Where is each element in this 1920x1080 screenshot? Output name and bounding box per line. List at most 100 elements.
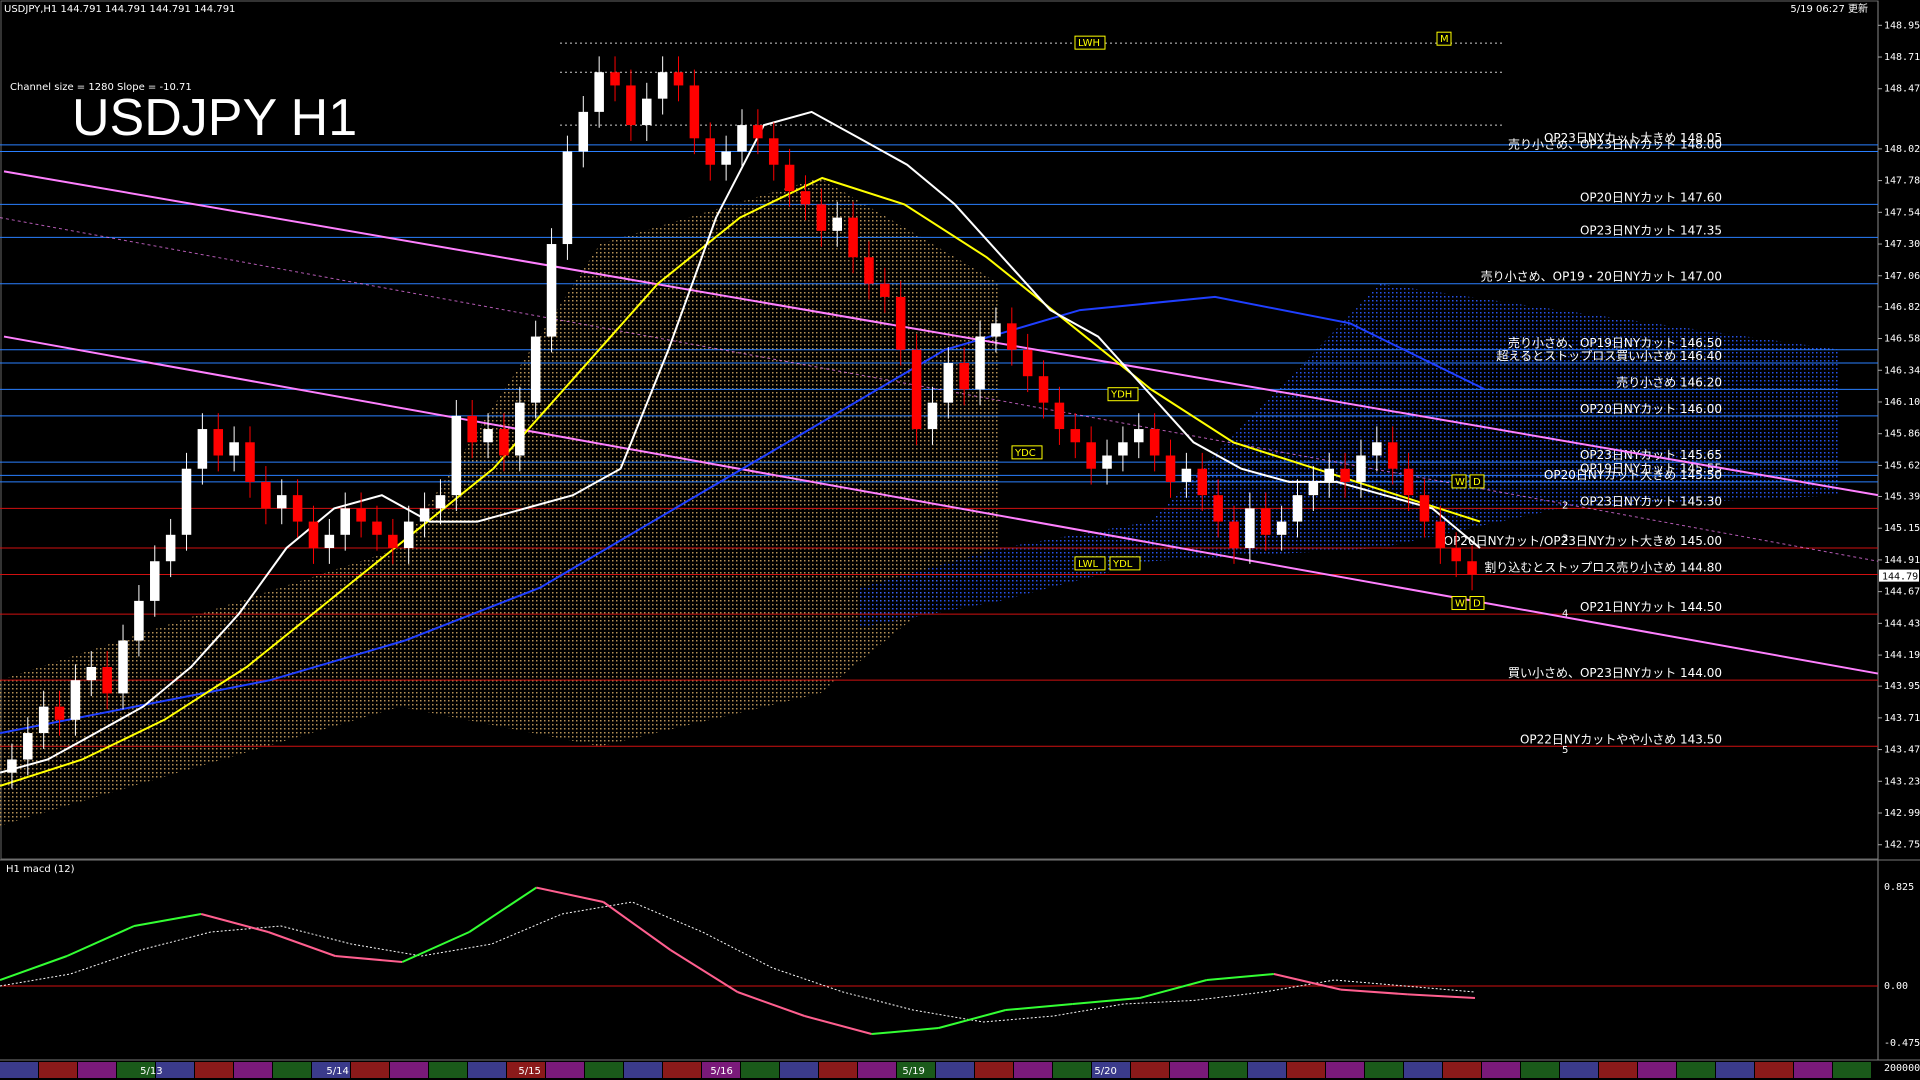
- marker-ydh-1: YDH: [1110, 390, 1132, 401]
- marker-d-6: D: [1473, 477, 1481, 488]
- candle: [610, 56, 620, 102]
- order-label-16: 買い小さめ、OP23日NYカット 144.00: [1508, 666, 1722, 680]
- candle: [292, 479, 303, 538]
- candle: [1134, 413, 1144, 459]
- time-segment: [546, 1062, 584, 1078]
- candle: [737, 109, 747, 168]
- candle: [594, 56, 604, 128]
- candle: [1086, 426, 1096, 485]
- candle: [546, 228, 557, 353]
- time-segment: [1716, 1062, 1754, 1078]
- candle: [308, 505, 319, 564]
- candle: [753, 109, 763, 155]
- macd-segment: [1005, 1003, 1073, 1011]
- order-label-13: OP20日NYカット/OP23日NYカット大きめ 145.00: [1444, 534, 1722, 548]
- macd-segment: [468, 886, 537, 933]
- date-label-5-15: 5/15: [518, 1066, 540, 1077]
- time-segment: [273, 1062, 311, 1078]
- order-label-14: 割り込むとストップロス売り小さめ 144.80: [1484, 559, 1722, 574]
- time-segment: [1170, 1062, 1208, 1078]
- y-tick-label-13: 145.625: [1884, 460, 1920, 471]
- candle: [562, 135, 573, 260]
- order-label-15: OP21日NYカット 144.50: [1580, 600, 1722, 614]
- y-tick-label-12: 145.865: [1884, 429, 1920, 440]
- y-tick-label-5: 147.540: [1884, 207, 1920, 218]
- time-segment: [78, 1062, 116, 1078]
- order-label-8: OP20日NYカット 146.00: [1580, 402, 1722, 416]
- time-segment: [429, 1062, 467, 1078]
- time-segment: [585, 1062, 623, 1078]
- candle: [705, 122, 716, 181]
- time-segment: [1638, 1062, 1676, 1078]
- candle: [213, 413, 224, 472]
- candle: [626, 69, 636, 141]
- candle: [1149, 413, 1160, 472]
- marker-lwh-0: LWH: [1078, 38, 1100, 49]
- order-label-5: 売り小さめ、OP19日NYカット 146.50: [1508, 335, 1722, 350]
- order-label-6: 超えるとストップロス買い小さめ 146.40: [1497, 348, 1722, 363]
- time-segment: [1482, 1062, 1520, 1078]
- candle: [578, 96, 589, 168]
- y-tick-label-10: 146.345: [1884, 365, 1920, 376]
- candle: [340, 492, 350, 551]
- y-tick-label-18: 144.430: [1884, 618, 1920, 629]
- candle: [181, 452, 192, 551]
- time-segment: [1326, 1062, 1364, 1078]
- time-segment: [819, 1062, 857, 1078]
- y-tick-label-24: 142.995: [1884, 808, 1920, 819]
- candle: [673, 56, 684, 102]
- time-segment: [1677, 1062, 1715, 1078]
- macd-segment: [267, 931, 336, 957]
- order-label-1: 売り小さめ、OP23日NYカット 148.00: [1508, 137, 1722, 152]
- y-tick-label-3: 148.020: [1884, 144, 1920, 155]
- y-tick-label-17: 144.670: [1884, 587, 1920, 598]
- marker-w-5: W: [1455, 477, 1465, 488]
- candle: [165, 518, 176, 578]
- macd-tick-0: 0.825: [1884, 882, 1914, 893]
- wave-label-5: 5: [1562, 745, 1568, 756]
- last-price-label: 144.791: [1882, 572, 1920, 583]
- date-label-5-14: 5/14: [326, 1066, 348, 1077]
- y-tick-label-11: 146.105: [1884, 397, 1920, 408]
- marker-m-9: M: [1440, 34, 1449, 45]
- candle: [1022, 333, 1033, 393]
- candle: [657, 56, 668, 115]
- candle: [1165, 439, 1176, 498]
- candle: [1102, 439, 1112, 485]
- time-segment: [195, 1062, 233, 1078]
- candle: [1118, 426, 1128, 472]
- time-segment: [1014, 1062, 1052, 1078]
- macd-tick-2: -0.475: [1884, 1038, 1920, 1049]
- macd-tick-1: 0.00: [1884, 981, 1908, 992]
- macd-segment: [804, 1015, 872, 1035]
- macd-segment: [335, 955, 403, 963]
- time-segment: [1599, 1062, 1637, 1078]
- candle: [689, 69, 700, 155]
- macd-segment: [1340, 988, 1409, 996]
- macd-segment: [1072, 997, 1140, 1005]
- y-tick-label-23: 143.235: [1884, 776, 1920, 787]
- macd-tick-3: 200000: [1884, 1063, 1920, 1074]
- candle: [451, 399, 462, 512]
- y-tick-label-1: 148.715: [1884, 52, 1920, 63]
- wave-label-3: 3: [1562, 533, 1568, 544]
- time-segment: [390, 1062, 428, 1078]
- date-label-5-16: 5/16: [710, 1066, 732, 1077]
- macd-segment: [1139, 979, 1208, 999]
- order-label-11: OP20日NYカット大きめ 145.50: [1544, 468, 1722, 482]
- wave-label-2: 2: [1562, 500, 1568, 511]
- y-tick-label-0: 148.955: [1884, 20, 1920, 31]
- marker-d-8: D: [1473, 599, 1481, 610]
- candle: [721, 135, 731, 181]
- y-tick-label-4: 147.780: [1884, 176, 1920, 187]
- marker-lwl-3: LWL: [1078, 559, 1099, 570]
- cloud-a: [0, 177, 1000, 826]
- macd-segment: [536, 886, 604, 903]
- macd-segment: [133, 913, 202, 927]
- macd-segment: [938, 1009, 1006, 1029]
- date-label-5-13: 5/13: [140, 1066, 162, 1077]
- y-tick-label-19: 144.190: [1884, 650, 1920, 661]
- update-time: 5/19 06:27 更新: [1790, 2, 1868, 15]
- candle: [276, 479, 287, 525]
- candle: [372, 505, 382, 551]
